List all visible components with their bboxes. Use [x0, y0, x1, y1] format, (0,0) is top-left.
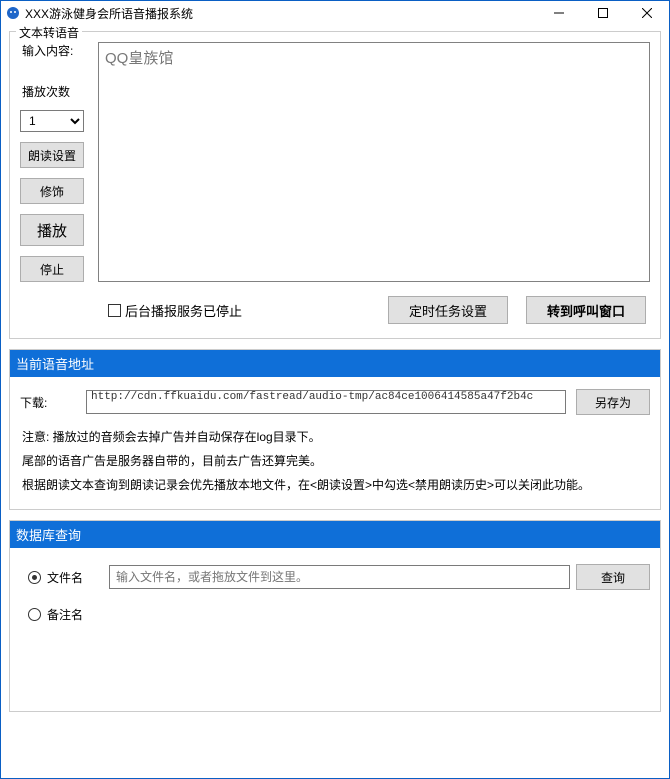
- play-button[interactable]: 播放: [20, 214, 84, 246]
- save-as-button[interactable]: 另存为: [576, 389, 650, 415]
- db-query-header: 数据库查询: [10, 521, 660, 548]
- query-input[interactable]: [109, 565, 570, 589]
- app-icon: [5, 5, 21, 21]
- download-label: 下载:: [20, 394, 76, 411]
- titlebar: XXX游泳健身会所语音播报系统: [1, 1, 669, 25]
- maximize-button[interactable]: [581, 1, 625, 25]
- note-text-2: 尾部的语音广告是服务器自带的，目前去广告还算完美。: [22, 449, 650, 473]
- play-count-select[interactable]: 1: [20, 110, 84, 132]
- note-text-3: 根据朗读文本查询到朗读记录会优先播放本地文件，在<朗读设置>中勾选<禁用朗读历史…: [22, 473, 650, 497]
- filename-radio[interactable]: [28, 571, 41, 584]
- background-service-checkbox[interactable]: [108, 304, 121, 317]
- tts-legend: 文本转语音: [16, 24, 82, 41]
- note-text-1: 注意: 播放过的音频会去掉广告并自动保存在log目录下。: [22, 425, 650, 449]
- tts-group: 文本转语音 输入内容: 播放次数 1 朗读设置 修饰 播放 停止 后台播报服务已…: [9, 31, 661, 339]
- voice-address-panel: 当前语音地址 下载: http://cdn.ffkuaidu.com/fastr…: [9, 349, 661, 510]
- query-button[interactable]: 查询: [576, 564, 650, 590]
- count-label: 播放次数: [20, 83, 90, 100]
- read-settings-button[interactable]: 朗读设置: [20, 142, 84, 168]
- remark-radio[interactable]: [28, 608, 41, 621]
- input-label: 输入内容:: [20, 42, 90, 59]
- voice-address-header: 当前语音地址: [10, 350, 660, 377]
- switch-call-window-button[interactable]: 转到呼叫窗口: [526, 296, 646, 324]
- minimize-button[interactable]: [537, 1, 581, 25]
- db-query-panel: 数据库查询 文件名 查询 备注名: [9, 520, 661, 712]
- stop-button[interactable]: 停止: [20, 256, 84, 282]
- decorate-button[interactable]: 修饰: [20, 178, 84, 204]
- close-button[interactable]: [625, 1, 669, 25]
- window-title: XXX游泳健身会所语音播报系统: [25, 5, 537, 22]
- filename-radio-label: 文件名: [47, 569, 103, 586]
- download-url-input[interactable]: http://cdn.ffkuaidu.com/fastread/audio-t…: [86, 390, 566, 414]
- background-service-label: 后台播报服务已停止: [125, 301, 242, 320]
- remark-radio-label: 备注名: [47, 606, 103, 623]
- tts-input[interactable]: [98, 42, 650, 282]
- timer-settings-button[interactable]: 定时任务设置: [388, 296, 508, 324]
